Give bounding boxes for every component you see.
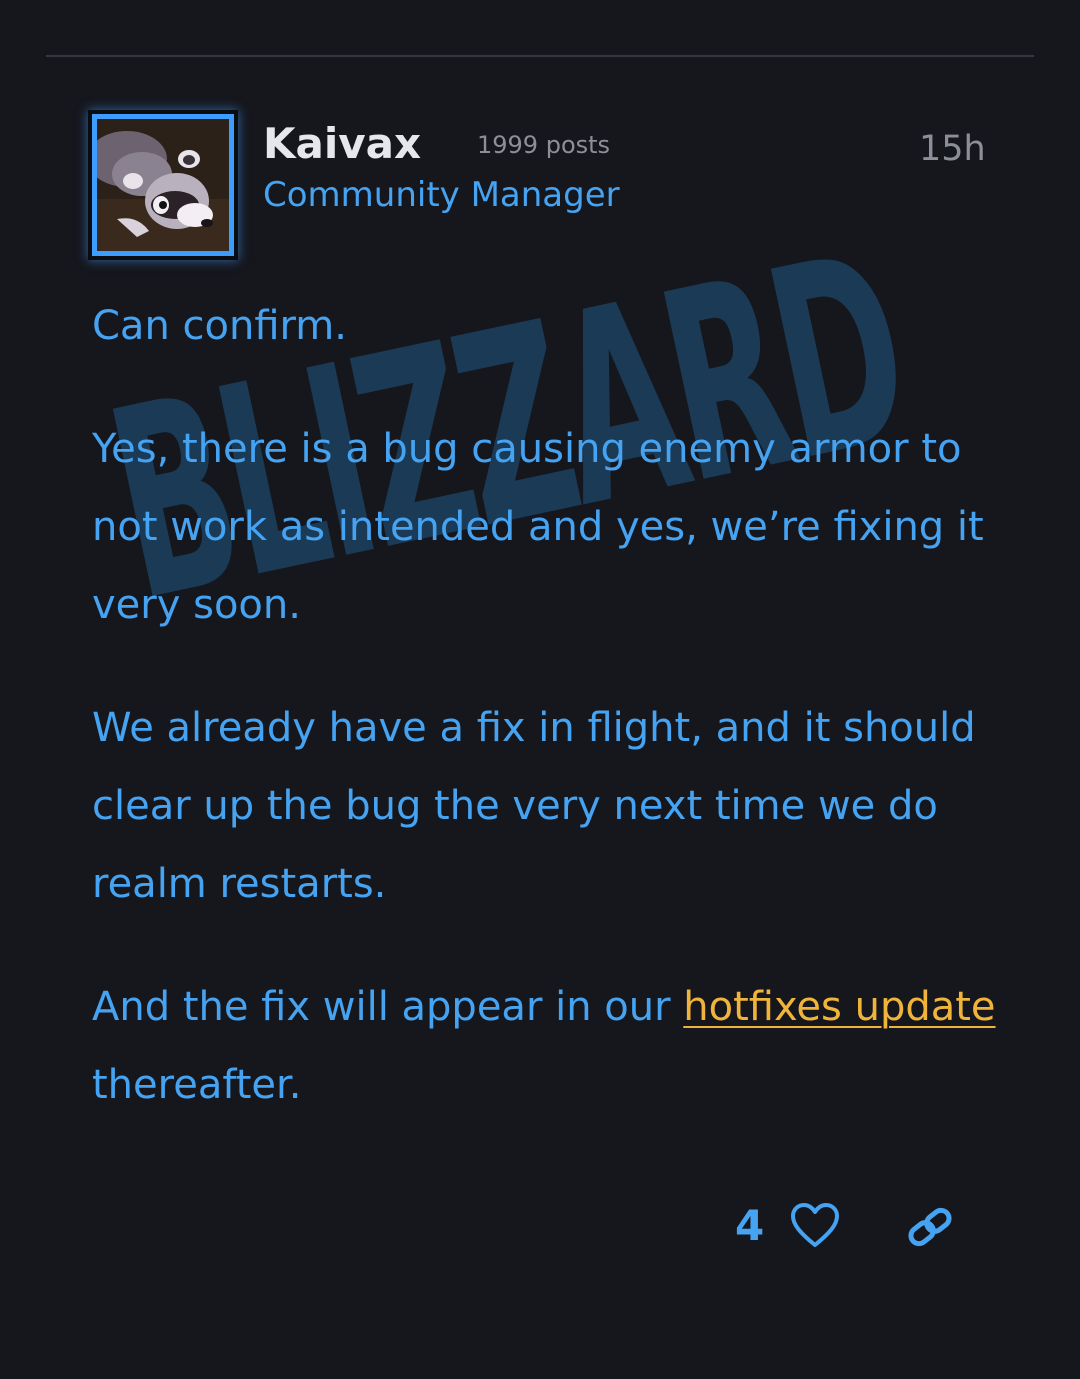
like-count: 4 — [735, 1201, 765, 1250]
paragraph-text-before-link: And the fix will appear in our — [92, 984, 684, 1030]
link-icon — [908, 1207, 952, 1247]
post-paragraph-with-link: And the fix will appear in our hotfixes … — [92, 968, 1007, 1124]
author-username[interactable]: Kaivax — [263, 116, 421, 172]
share-link-button[interactable] — [905, 1204, 955, 1250]
post-timestamp[interactable]: 15h — [919, 127, 986, 171]
post-paragraph: Yes, there is a bug causing enemy armor … — [92, 426, 984, 628]
avatar[interactable] — [88, 110, 238, 260]
heart-outline-icon — [791, 1203, 839, 1247]
post-body: Can confirm. Yes, there is a bug causing… — [92, 287, 1007, 1124]
paragraph-text-after-link: thereafter. — [92, 1062, 302, 1108]
post-paragraph: Can confirm. — [92, 303, 347, 349]
avatar-image — [92, 114, 234, 256]
top-divider — [46, 55, 1034, 57]
post-paragraph: We already have a fix in flight, and it … — [92, 705, 976, 907]
author-post-count: 1999 posts — [477, 131, 611, 159]
hotfixes-update-link[interactable]: hotfixes update — [683, 984, 995, 1030]
post-actions: 4 — [735, 1198, 975, 1254]
raccoon-avatar-icon — [97, 119, 229, 251]
like-button[interactable] — [789, 1202, 841, 1250]
author-role: Community Manager — [263, 175, 620, 215]
